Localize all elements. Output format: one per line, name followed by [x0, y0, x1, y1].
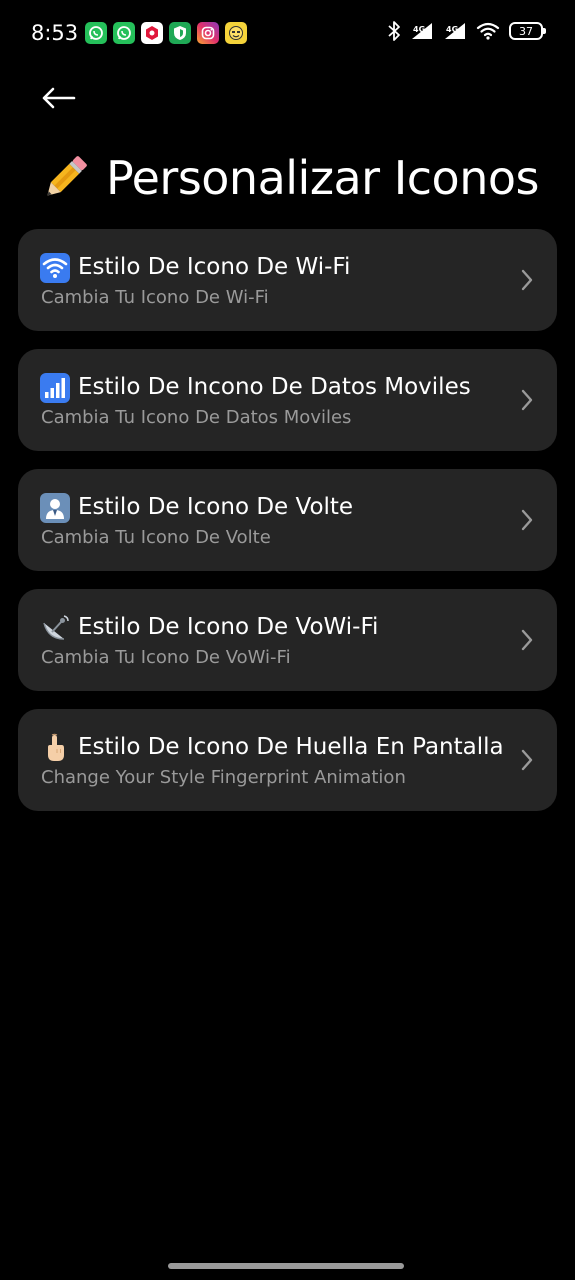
system-icons: 4G 4G 37 [387, 20, 546, 42]
battery-icon: 37 [509, 22, 546, 40]
pointing-finger-icon [40, 733, 70, 763]
setting-item-volte[interactable]: Estilo De Icono De Volte Cambia Tu Icono… [18, 469, 557, 571]
setting-item-mobile-data[interactable]: Estilo De Incono De Datos Moviles Cambia… [18, 349, 557, 451]
pencil-icon [38, 151, 92, 205]
setting-item-subtitle: Change Your Style Fingerprint Animation [41, 767, 406, 788]
wifi-icon [40, 253, 70, 283]
chevron-right-icon [521, 269, 533, 291]
bluetooth-icon [388, 21, 400, 41]
setting-item-fingerprint[interactable]: Estilo De Icono De Huella En Pantalla Ch… [18, 709, 557, 811]
instagram-icon [197, 22, 219, 44]
setting-item-title: Estilo De Icono De Wi-Fi [78, 254, 351, 280]
setting-item-title: Estilo De Icono De VoWi-Fi [78, 614, 379, 640]
svg-text:4G: 4G [413, 25, 425, 34]
page-title: Personalizar Iconos [106, 151, 539, 205]
back-button[interactable] [38, 80, 78, 116]
status-bar: 8:53 4G 4G 37 [0, 0, 575, 66]
setting-item-subtitle: Cambia Tu Icono De VoWi-Fi [41, 647, 291, 668]
emoji-app-icon [225, 22, 247, 44]
setting-item-subtitle: Cambia Tu Icono De Datos Moviles [41, 407, 352, 428]
signal-icon: 4G [412, 23, 432, 39]
setting-item-title: Estilo De Icono De Volte [78, 494, 354, 520]
chevron-right-icon [521, 389, 533, 411]
setting-item-wifi[interactable]: Estilo De Icono De Wi-Fi Cambia Tu Icono… [18, 229, 557, 331]
setting-item-vowifi[interactable]: Estilo De Icono De VoWi-Fi Cambia Tu Ico… [18, 589, 557, 691]
shield-vpn-icon [169, 22, 191, 44]
setting-item-subtitle: Cambia Tu Icono De Volte [41, 527, 271, 548]
settings-list: Estilo De Icono De Wi-Fi Cambia Tu Icono… [18, 229, 557, 829]
chevron-right-icon [521, 749, 533, 771]
whatsapp-icon [113, 22, 135, 44]
setting-item-title: Estilo De Incono De Datos Moviles [78, 374, 471, 400]
whatsapp-icon [85, 22, 107, 44]
arrow-left-icon [42, 87, 76, 109]
volte-icon [40, 493, 70, 523]
satellite-dish-icon [40, 613, 70, 643]
status-time: 8:53 [31, 21, 79, 45]
wifi-icon [476, 22, 500, 40]
home-indicator[interactable] [168, 1263, 404, 1269]
svg-text:4G: 4G [446, 25, 458, 34]
notification-icons [85, 22, 247, 44]
signal-bars-icon [40, 373, 70, 403]
app-hexagon-icon [141, 22, 163, 44]
chevron-right-icon [521, 629, 533, 651]
setting-item-subtitle: Cambia Tu Icono De Wi-Fi [41, 287, 269, 308]
page-header: Personalizar Iconos [38, 148, 539, 208]
setting-item-title: Estilo De Icono De Huella En Pantalla [78, 734, 504, 760]
chevron-right-icon [521, 509, 533, 531]
signal-icon: 4G [445, 23, 465, 39]
battery-level: 37 [519, 24, 533, 38]
